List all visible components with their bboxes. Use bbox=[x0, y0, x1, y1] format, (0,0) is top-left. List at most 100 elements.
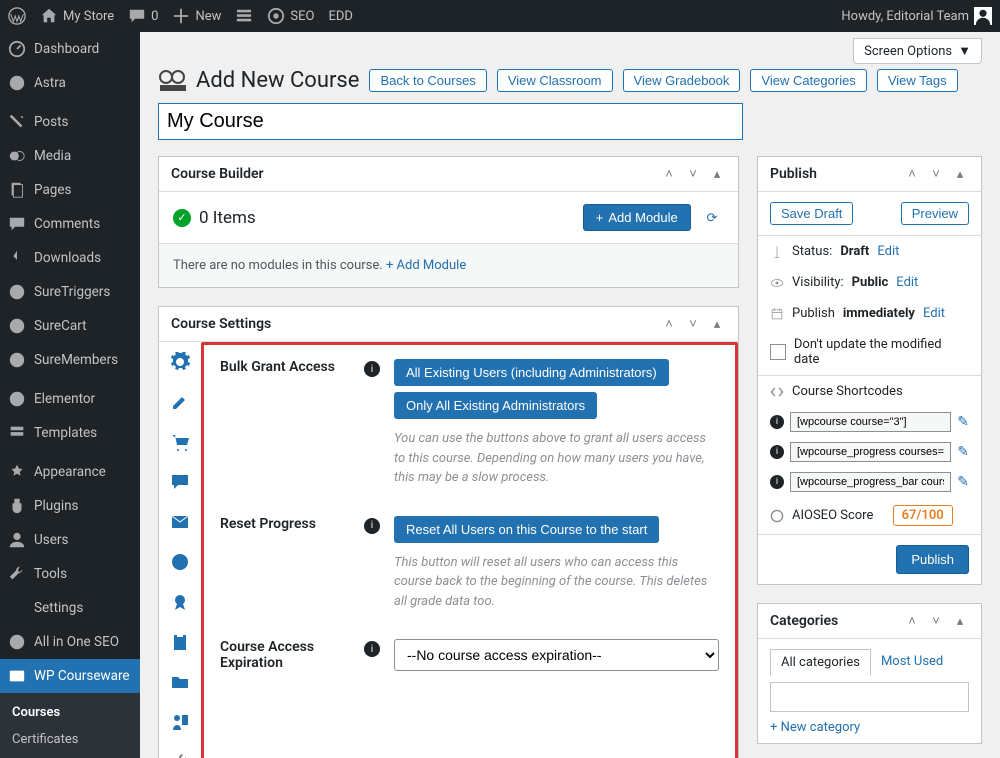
menu-suremembers[interactable]: SureMembers bbox=[0, 343, 140, 377]
info-icon[interactable]: i bbox=[364, 361, 380, 377]
title-input[interactable] bbox=[158, 103, 743, 140]
menu-astra[interactable]: Astra bbox=[0, 66, 140, 100]
tab-folder-icon[interactable] bbox=[159, 662, 201, 702]
items-count: 0 Items bbox=[199, 208, 256, 228]
shortcode-3[interactable] bbox=[790, 472, 951, 492]
shortcode-1[interactable] bbox=[790, 412, 951, 432]
tab-edit-icon[interactable] bbox=[159, 382, 201, 422]
visibility-row: Visibility: Public Edit bbox=[758, 267, 981, 298]
builder-empty: There are no modules in this course. + A… bbox=[159, 243, 738, 287]
sub-courses[interactable]: Courses bbox=[0, 699, 140, 726]
menu-appearance[interactable]: Appearance bbox=[0, 455, 140, 489]
add-module-link[interactable]: + Add Module bbox=[386, 258, 466, 273]
seo-link[interactable]: SEO bbox=[267, 7, 314, 25]
sub-achievements[interactable]: Achievements bbox=[0, 753, 140, 758]
tab-instructor-icon[interactable] bbox=[159, 702, 201, 742]
refresh-icon[interactable]: ⟳ bbox=[700, 207, 724, 231]
handle-up-icon[interactable]: ˄ bbox=[660, 165, 678, 183]
menu-pages[interactable]: Pages bbox=[0, 173, 140, 207]
view-classroom-button[interactable]: View Classroom bbox=[497, 69, 613, 92]
checkbox[interactable] bbox=[770, 344, 786, 360]
handle-toggle-icon[interactable]: ▴ bbox=[708, 315, 726, 333]
screen-options-button[interactable]: Screen Options ▼ bbox=[853, 38, 982, 64]
howdy-link[interactable]: Howdy, Editorial Team bbox=[841, 7, 992, 25]
expiration-select[interactable]: --No course access expiration-- bbox=[394, 639, 719, 671]
check-icon: ✓ bbox=[173, 209, 191, 227]
info-icon[interactable]: i bbox=[364, 518, 380, 534]
handle-down-icon[interactable]: ˅ bbox=[684, 165, 702, 183]
tab-cart-icon[interactable] bbox=[159, 422, 201, 462]
grant-all-users-button[interactable]: All Existing Users (including Administra… bbox=[394, 359, 669, 386]
edd-link[interactable]: EDD bbox=[328, 9, 352, 24]
course-builder-box: Course Builder ˄ ˅ ▴ ✓0 Items +Add Modul… bbox=[158, 156, 739, 288]
edit-icon[interactable]: ✎ bbox=[957, 474, 969, 490]
info-icon[interactable]: i bbox=[364, 641, 380, 657]
tab-chat-icon[interactable] bbox=[159, 462, 201, 502]
reset-all-users-button[interactable]: Reset All Users on this Course to the st… bbox=[394, 516, 659, 543]
tab-wrench-icon[interactable] bbox=[159, 742, 201, 758]
menu-users[interactable]: Users bbox=[0, 523, 140, 557]
view-categories-button[interactable]: View Categories bbox=[750, 69, 866, 92]
cat-tab-most[interactable]: Most Used bbox=[871, 649, 953, 676]
comments-link[interactable]: 0 bbox=[128, 7, 158, 25]
cat-tab-all[interactable]: All categories bbox=[770, 649, 871, 676]
preview-button[interactable]: Preview bbox=[901, 202, 969, 225]
sub-certificates[interactable]: Certificates bbox=[0, 726, 140, 753]
category-list[interactable] bbox=[770, 682, 969, 712]
menu-wpcourseware[interactable]: WP Courseware bbox=[0, 659, 140, 693]
menu-suretriggers[interactable]: SureTriggers bbox=[0, 275, 140, 309]
info-icon[interactable]: i bbox=[770, 415, 784, 429]
status-row: Status: Draft Edit bbox=[758, 236, 981, 267]
publish-box: Publish ˄˅▴ Save Draft Preview Status: D… bbox=[757, 156, 982, 585]
handle-down-icon[interactable]: ˅ bbox=[684, 315, 702, 333]
view-gradebook-button[interactable]: View Gradebook bbox=[623, 69, 741, 92]
publish-button[interactable]: Publish bbox=[896, 545, 969, 574]
menu-posts[interactable]: Posts bbox=[0, 105, 140, 139]
menu-media[interactable]: Media bbox=[0, 139, 140, 173]
expiration-label: Course Access Expiration bbox=[220, 639, 350, 671]
tab-clipboard-icon[interactable] bbox=[159, 622, 201, 662]
back-to-courses-button[interactable]: Back to Courses bbox=[369, 69, 486, 92]
edit-icon[interactable]: ✎ bbox=[957, 414, 969, 430]
menu-aioseo[interactable]: All in One SEO bbox=[0, 625, 140, 659]
dont-update-row[interactable]: Don't update the modified date bbox=[758, 329, 981, 375]
menu-dashboard[interactable]: Dashboard bbox=[0, 32, 140, 66]
date-edit-link[interactable]: Edit bbox=[923, 306, 945, 321]
site-link[interactable]: My Store bbox=[40, 7, 114, 25]
save-draft-button[interactable]: Save Draft bbox=[770, 202, 853, 225]
menu-settings[interactable]: Settings bbox=[0, 591, 140, 625]
tab-badge-icon[interactable] bbox=[159, 582, 201, 622]
page-title: Add New Course bbox=[158, 68, 359, 93]
handle-toggle-icon[interactable]: ▴ bbox=[708, 165, 726, 183]
menu-tools[interactable]: Tools bbox=[0, 557, 140, 591]
bulk-grant-label: Bulk Grant Access bbox=[220, 359, 350, 488]
menu-plugins[interactable]: Plugins bbox=[0, 489, 140, 523]
tab-mail-icon[interactable] bbox=[159, 502, 201, 542]
shortcode-2[interactable] bbox=[790, 442, 951, 462]
grant-admins-button[interactable]: Only All Existing Administrators bbox=[394, 392, 597, 419]
tab-cert-icon[interactable] bbox=[159, 542, 201, 582]
new-link[interactable]: New bbox=[172, 7, 221, 25]
info-icon[interactable]: i bbox=[770, 475, 784, 489]
menu-comments[interactable]: Comments bbox=[0, 207, 140, 241]
db-icon[interactable] bbox=[235, 7, 253, 25]
visibility-edit-link[interactable]: Edit bbox=[896, 275, 918, 290]
tab-gear-icon[interactable] bbox=[159, 342, 201, 382]
info-icon[interactable]: i bbox=[770, 445, 784, 459]
menu-surecart[interactable]: SureCart bbox=[0, 309, 140, 343]
course-settings-box: Course Settings ˄ ˅ ▴ bbox=[158, 306, 739, 758]
add-module-button[interactable]: +Add Module bbox=[583, 204, 691, 231]
menu-downloads[interactable]: Downloads bbox=[0, 241, 140, 275]
edit-icon[interactable]: ✎ bbox=[957, 444, 969, 460]
menu-elementor[interactable]: Elementor bbox=[0, 382, 140, 416]
view-tags-button[interactable]: View Tags bbox=[877, 69, 958, 92]
handle-up-icon[interactable]: ˄ bbox=[660, 315, 678, 333]
status-edit-link[interactable]: Edit bbox=[877, 244, 899, 259]
bulk-grant-help: You can use the buttons above to grant a… bbox=[394, 429, 719, 488]
reset-progress-label: Reset Progress bbox=[220, 516, 350, 612]
wp-logo[interactable] bbox=[8, 7, 26, 25]
menu-templates[interactable]: Templates bbox=[0, 416, 140, 450]
aioseo-row: AIOSEO Score 67/100 bbox=[758, 497, 981, 534]
new-category-link[interactable]: + New category bbox=[758, 712, 981, 743]
categories-heading: Categories bbox=[770, 613, 838, 629]
